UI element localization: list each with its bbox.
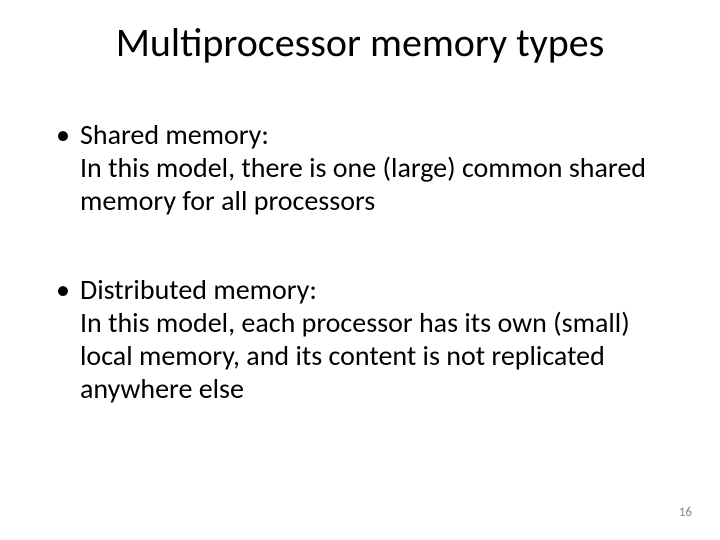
page-number: 16 — [679, 505, 692, 520]
list-item: Shared memory: In this model, there is o… — [54, 118, 660, 217]
colon: : — [309, 272, 317, 307]
bullet-description: In this model, each processor has its ow… — [80, 305, 630, 406]
list-item: Distributed memory: In this model, each … — [54, 273, 660, 405]
slide-body: Shared memory: In this model, there is o… — [54, 118, 660, 461]
slide: Multiprocessor memory types Shared memor… — [0, 0, 720, 540]
slide-title: Multiprocessor memory types — [0, 18, 720, 67]
bullet-description: In this model, there is one (large) comm… — [80, 150, 646, 218]
bullet-list: Shared memory: In this model, there is o… — [54, 118, 660, 405]
bullet-term: Shared memory — [80, 117, 261, 152]
bullet-term: Distributed memory — [80, 272, 309, 307]
colon: : — [261, 117, 269, 152]
